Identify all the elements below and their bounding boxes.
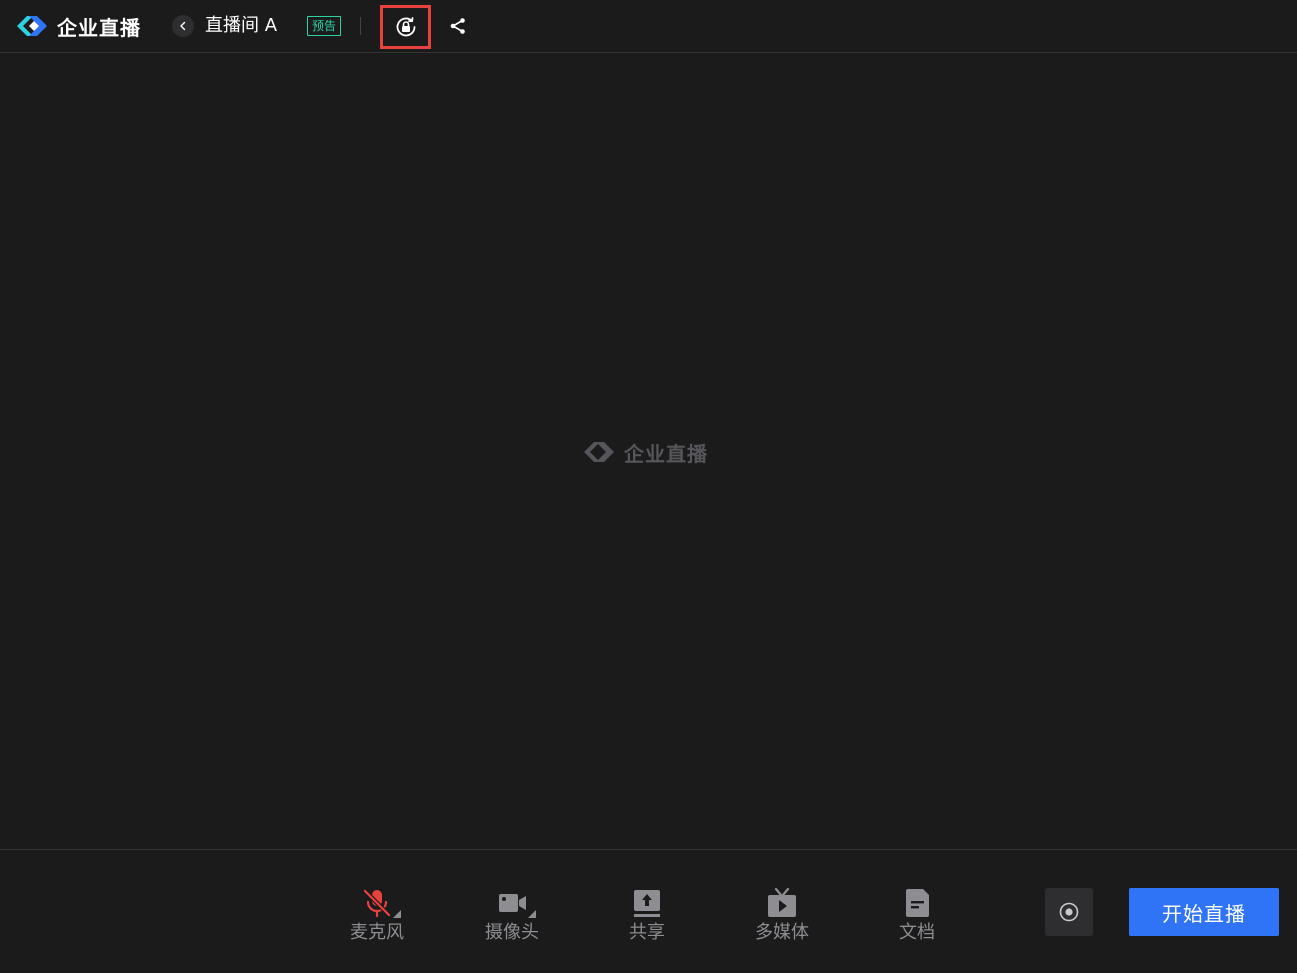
- share-screen-tool-icon-wrap: [629, 886, 665, 920]
- watermark-text: 企业直播: [624, 441, 708, 466]
- chevron-left-icon: [180, 21, 186, 31]
- back-button[interactable]: [172, 15, 194, 37]
- brand-logo-icon: [17, 16, 47, 36]
- camera-tool[interactable]: 摄像头: [472, 886, 552, 946]
- brand: 企业直播: [17, 12, 141, 40]
- document-tool-icon-wrap: [899, 886, 935, 920]
- record-button[interactable]: [1045, 888, 1093, 936]
- record-icon: [1059, 902, 1079, 922]
- screen-share-icon: [634, 890, 660, 917]
- microphone-tool[interactable]: 麦克风: [337, 886, 417, 946]
- microphone-dropdown-caret[interactable]: [393, 910, 401, 918]
- brand-name: 企业直播: [57, 15, 141, 40]
- stage-watermark: 企业直播: [584, 438, 708, 466]
- microphone-label: 麦克风: [350, 922, 404, 943]
- document-icon: [906, 889, 929, 917]
- multimedia-tool[interactable]: 多媒体: [742, 886, 822, 946]
- camera-tool-icon-wrap: [494, 886, 536, 920]
- top-bar: 企业直播 直播间 A 预告: [0, 0, 1297, 53]
- lock-settings-button[interactable]: [380, 5, 431, 49]
- room-title: 直播间 A: [205, 15, 278, 36]
- live-studio-app: 企业直播 直播间 A 预告 企业直播 麦克风 摄像头 共享 多媒体 文档 开始直…: [0, 0, 1297, 973]
- watermark-logo-icon: [584, 442, 614, 462]
- status-badge: 预告: [307, 16, 342, 36]
- document-tool[interactable]: 文档: [877, 886, 957, 946]
- multimedia-icon: [768, 887, 796, 917]
- camera-label: 摄像头: [485, 922, 539, 943]
- share-button[interactable]: [447, 15, 469, 37]
- header-divider: [360, 17, 361, 35]
- multimedia-label: 多媒体: [755, 922, 809, 943]
- camera-icon: [499, 894, 526, 912]
- share-screen-label: 共享: [629, 922, 665, 943]
- share-screen-tool[interactable]: 共享: [607, 886, 687, 946]
- share-icon: [450, 18, 465, 34]
- microphone-muted-icon: [362, 888, 392, 918]
- video-stage: 企业直播: [0, 54, 1297, 849]
- camera-dropdown-caret[interactable]: [528, 910, 536, 918]
- bottom-toolbar: 麦克风 摄像头 共享 多媒体 文档 开始直播: [0, 849, 1297, 973]
- start-live-button[interactable]: 开始直播: [1129, 888, 1279, 936]
- multimedia-tool-icon-wrap: [764, 886, 800, 920]
- microphone-tool-icon-wrap: [359, 886, 401, 920]
- document-label: 文档: [899, 922, 935, 943]
- lock-refresh-icon: [396, 17, 415, 37]
